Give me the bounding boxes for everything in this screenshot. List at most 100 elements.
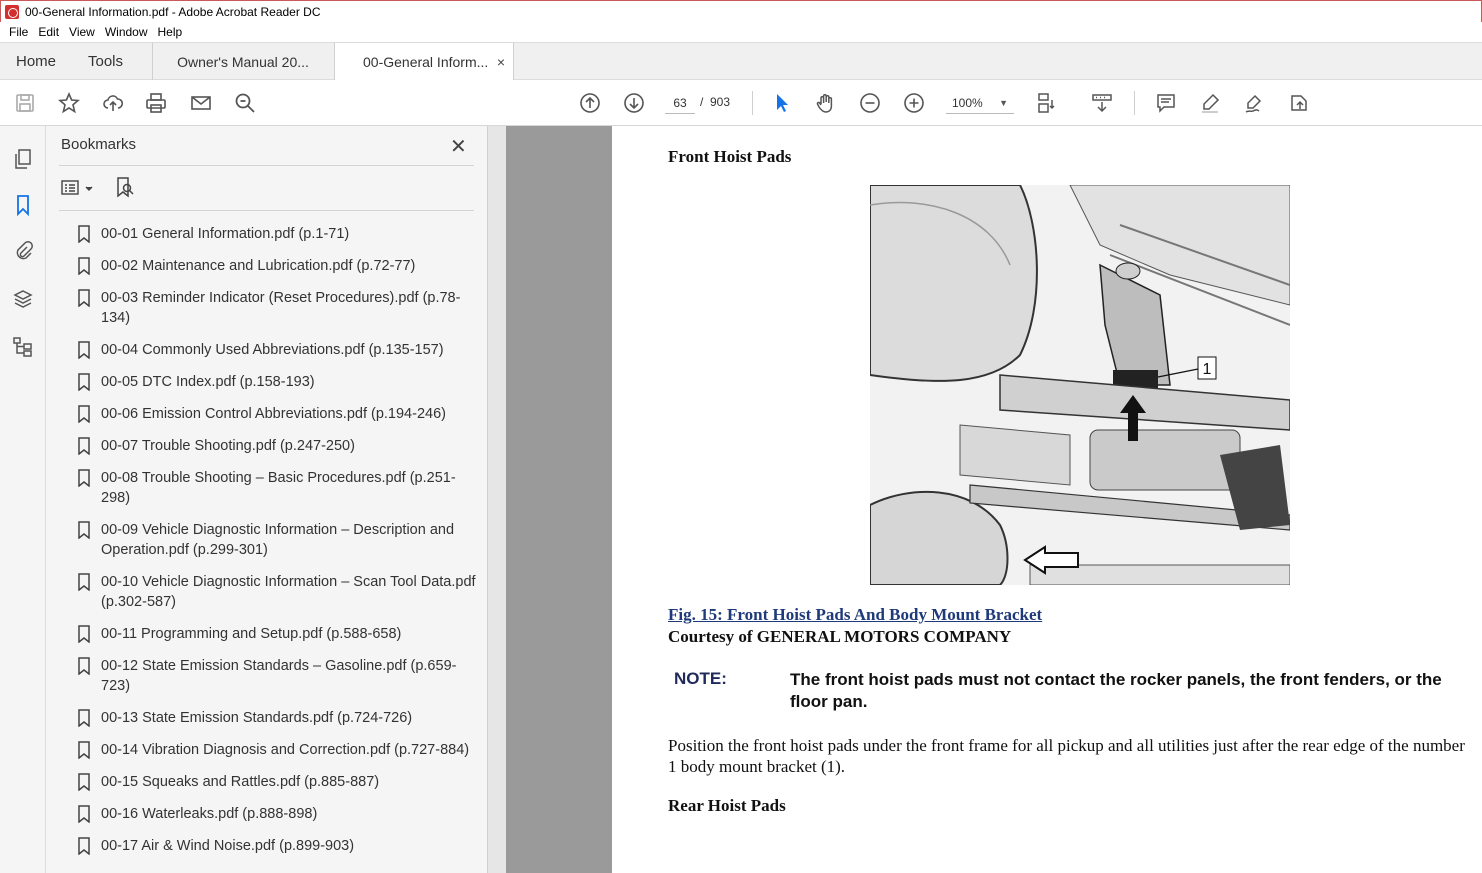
bookmark-item[interactable]: 00-02 Maintenance and Lubrication.pdf (p… <box>76 256 476 276</box>
bookmark-label: 00-12 State Emission Standards – Gasolin… <box>101 658 457 694</box>
page-thumbnails-icon[interactable] <box>10 146 36 172</box>
bookmark-icon <box>78 469 90 487</box>
bookmark-icon <box>78 837 90 855</box>
bookmark-item[interactable]: 00-13 State Emission Standards.pdf (p.72… <box>76 708 476 728</box>
bookmarks-panel: Bookmarks ✕ 00-01 General Information.pd… <box>46 126 488 873</box>
select-cursor-icon[interactable] <box>769 90 795 116</box>
bookmark-item[interactable]: 00-14 Vibration Diagnosis and Correction… <box>76 740 476 760</box>
previous-page-icon[interactable] <box>577 90 603 116</box>
bookmark-label: 00-03 Reminder Indicator (Reset Procedur… <box>101 290 461 326</box>
star-icon[interactable] <box>56 90 82 116</box>
toolbar-divider <box>752 91 753 115</box>
bookmark-label: 00-17 Air & Wind Noise.pdf (p.899-903) <box>101 838 355 854</box>
tab-tools[interactable]: Tools <box>88 43 123 80</box>
bookmark-options-icon[interactable] <box>61 178 97 198</box>
close-panel-icon[interactable]: ✕ <box>450 134 467 159</box>
search-icon[interactable] <box>232 90 258 116</box>
bookmark-label: 00-16 Waterleaks.pdf (p.888-898) <box>101 806 318 822</box>
acrobat-icon <box>5 4 19 19</box>
attachments-icon[interactable] <box>10 238 36 264</box>
bookmark-item[interactable]: 00-05 DTC Index.pdf (p.158-193) <box>76 372 476 392</box>
upload-cloud-icon[interactable] <box>100 90 126 116</box>
bookmarks-icon[interactable] <box>10 192 36 218</box>
bookmark-item[interactable]: 00-09 Vehicle Diagnostic Information – D… <box>76 520 476 560</box>
menu-window[interactable]: Window <box>100 25 153 39</box>
email-icon[interactable] <box>188 90 214 116</box>
chevron-down-icon: ▼ <box>999 98 1008 108</box>
print-icon[interactable] <box>143 90 169 116</box>
divider <box>59 210 474 211</box>
menu-bar: File Edit View Window Help <box>0 22 1482 42</box>
page-number-input[interactable]: 63 <box>665 92 695 114</box>
bookmark-label: 00-09 Vehicle Diagnostic Information – D… <box>101 522 455 558</box>
next-page-icon[interactable] <box>621 90 647 116</box>
sign-icon[interactable] <box>1241 90 1267 116</box>
menu-help[interactable]: Help <box>153 25 188 39</box>
bookmark-item[interactable]: 00-15 Squeaks and Rattles.pdf (p.885-887… <box>76 772 476 792</box>
pdf-page: Front Hoist Pads 1 Fig. 15: Front Hoist … <box>612 126 1482 873</box>
comment-icon[interactable] <box>1153 90 1179 116</box>
divider <box>59 165 474 166</box>
layers-icon[interactable] <box>10 286 36 312</box>
bookmark-item[interactable]: 00-04 Commonly Used Abbreviations.pdf (p… <box>76 340 476 360</box>
figure-courtesy: Courtesy of GENERAL MOTORS COMPANY <box>668 627 1012 646</box>
bookmark-item[interactable]: 00-16 Waterleaks.pdf (p.888-898) <box>76 804 476 824</box>
menu-edit[interactable]: Edit <box>33 25 64 39</box>
add-bookmark-icon[interactable] <box>114 176 136 198</box>
zoom-in-icon[interactable] <box>901 90 927 116</box>
highlight-icon[interactable] <box>1197 90 1223 116</box>
figure-hoist-pads-illustration: 1 <box>870 185 1290 585</box>
tab-owners-manual[interactable]: Owner's Manual 20... <box>153 43 333 80</box>
heading-rear-hoist-pads: Rear Hoist Pads <box>668 796 786 815</box>
bookmark-label: 00-13 State Emission Standards.pdf (p.72… <box>101 710 413 726</box>
bookmark-icon <box>78 341 90 359</box>
more-tools-icon[interactable] <box>1286 90 1312 116</box>
bookmark-icon <box>78 521 90 539</box>
bookmark-icon <box>78 625 90 643</box>
toolbar: 63 / 903 100% ▼ <box>0 80 1482 126</box>
bookmark-item[interactable]: 00-11 Programming and Setup.pdf (p.588-6… <box>76 624 476 644</box>
hand-tool-icon[interactable] <box>813 90 839 116</box>
bookmark-label: 00-10 Vehicle Diagnostic Information – S… <box>101 574 476 610</box>
bookmark-item[interactable]: 00-07 Trouble Shooting.pdf (p.247-250) <box>76 436 476 456</box>
tab-home[interactable]: Home <box>16 43 56 80</box>
bookmark-icon <box>78 657 90 675</box>
bookmark-label: 00-02 Maintenance and Lubrication.pdf (p… <box>101 258 416 274</box>
bookmark-item[interactable]: 00-08 Trouble Shooting – Basic Procedure… <box>76 468 476 508</box>
heading-front-hoist-pads: Front Hoist Pads <box>668 147 792 166</box>
bookmark-item[interactable]: 00-06 Emission Control Abbreviations.pdf… <box>76 404 476 424</box>
figure-caption-link[interactable]: Fig. 15: Front Hoist Pads And Body Mount… <box>668 605 1042 625</box>
bookmark-icon <box>78 741 90 759</box>
scroll-mode-icon[interactable] <box>1089 90 1115 116</box>
tab-general-information[interactable]: 00-General Inform... × <box>334 43 514 81</box>
bookmark-label: 00-08 Trouble Shooting – Basic Procedure… <box>101 470 456 506</box>
bookmark-label: 00-14 Vibration Diagnosis and Correction… <box>101 742 470 758</box>
bookmark-item[interactable]: 00-03 Reminder Indicator (Reset Procedur… <box>76 288 476 328</box>
content-tree-icon[interactable] <box>10 334 36 360</box>
body-paragraph: Position the front hoist pads under the … <box>668 736 1465 776</box>
bookmark-item[interactable]: 00-10 Vehicle Diagnostic Information – S… <box>76 572 476 612</box>
tab-close-icon[interactable]: × <box>497 54 505 70</box>
menu-file[interactable]: File <box>4 25 33 39</box>
bookmark-label: 00-11 Programming and Setup.pdf (p.588-6… <box>101 626 402 642</box>
bookmark-item[interactable]: 00-01 General Information.pdf (p.1-71) <box>76 224 476 244</box>
page-gutter <box>506 126 612 873</box>
note-label: NOTE: <box>674 669 727 688</box>
menu-view[interactable]: View <box>64 25 100 39</box>
navigation-rail <box>0 126 46 873</box>
save-icon[interactable] <box>12 90 38 116</box>
bookmark-icon <box>78 805 90 823</box>
bookmark-item[interactable]: 00-12 State Emission Standards – Gasolin… <box>76 656 476 696</box>
page-display-icon[interactable] <box>1034 90 1060 116</box>
note-text: The front hoist pads must not contact th… <box>790 670 1442 711</box>
zoom-level-value: 100% <box>952 96 983 110</box>
bookmark-icon <box>78 405 90 423</box>
bookmark-icon <box>78 225 90 243</box>
toolbar-divider <box>1134 91 1135 115</box>
bookmark-icon <box>78 773 90 791</box>
bookmark-item[interactable]: 00-17 Air & Wind Noise.pdf (p.899-903) <box>76 836 476 856</box>
bookmark-icon <box>78 289 90 307</box>
zoom-out-icon[interactable] <box>857 90 883 116</box>
bookmark-label: 00-06 Emission Control Abbreviations.pdf… <box>101 406 446 422</box>
zoom-level-select[interactable]: 100% ▼ <box>946 92 1014 114</box>
